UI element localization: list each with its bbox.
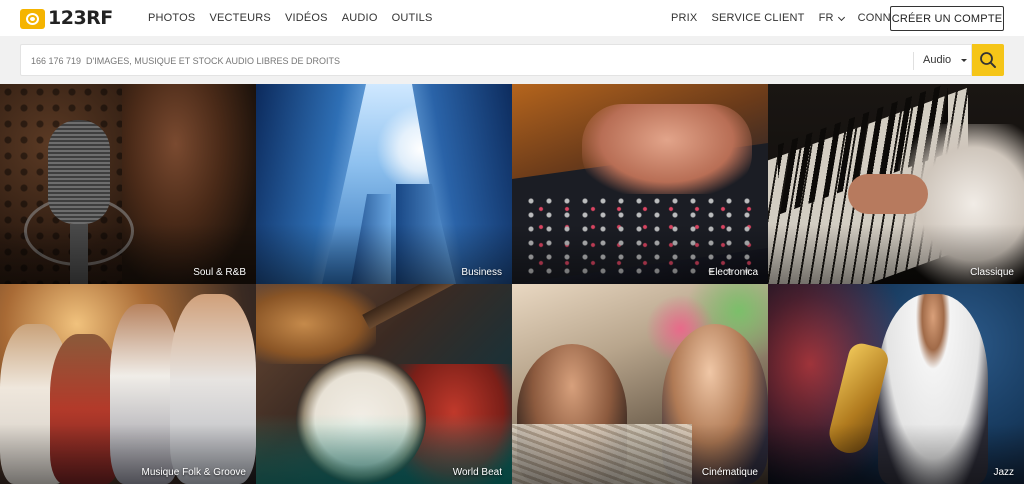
language-selector[interactable]: FR [818, 12, 845, 25]
media-type-dropdown[interactable]: Audio [923, 54, 968, 66]
genre-label: Soul & R&B [193, 267, 246, 278]
divider [913, 52, 914, 70]
search-button[interactable] [972, 44, 1004, 76]
chevron-down-icon [837, 13, 845, 21]
language-label: FR [818, 12, 834, 24]
create-account-button[interactable]: CRÉER UN COMPTE [890, 6, 1004, 31]
genre-label: Business [461, 267, 502, 278]
nav-pricing[interactable]: PRIX [671, 12, 697, 25]
search-bar: Audio [20, 44, 972, 76]
genre-grid: Soul & R&B Business Electronica Classiqu… [0, 84, 1024, 484]
genre-label: Cinématique [701, 467, 758, 478]
genre-label: Electronica [708, 267, 758, 278]
genre-tile-business[interactable]: Business [256, 84, 512, 284]
top-navbar: 123RF PHOTOS VECTEURS VIDÉOS AUDIO OUTIL… [0, 0, 1024, 36]
nav-tools[interactable]: OUTILS [392, 12, 433, 25]
microphone-image [48, 120, 110, 224]
nav-vectors[interactable]: VECTEURS [209, 12, 271, 25]
logo[interactable]: 123RF [20, 8, 113, 29]
search-icon [980, 52, 996, 68]
nav-videos[interactable]: VIDÉOS [285, 12, 328, 25]
genre-tile-soul-rnb[interactable]: Soul & R&B [0, 84, 256, 284]
genre-tile-electronica[interactable]: Electronica [512, 84, 768, 284]
genre-label: Jazz [993, 467, 1014, 478]
genre-tile-jazz[interactable]: Jazz [768, 284, 1024, 484]
logo-text: 123RF [48, 7, 113, 29]
genre-label: Classique [970, 267, 1014, 278]
genre-tile-folk-groove[interactable]: Musique Folk & Groove [0, 284, 256, 484]
genre-tile-classique[interactable]: Classique [768, 84, 1024, 284]
genre-tile-world-beat[interactable]: World Beat [256, 284, 512, 484]
nav-support[interactable]: SERVICE CLIENT [711, 12, 804, 25]
main-nav: PHOTOS VECTEURS VIDÉOS AUDIO OUTILS [148, 12, 447, 25]
camera-logo-icon [20, 8, 45, 29]
nav-photos[interactable]: PHOTOS [148, 12, 195, 25]
genre-label: Musique Folk & Groove [141, 467, 247, 478]
nav-audio[interactable]: AUDIO [342, 12, 378, 25]
search-band: Audio [0, 36, 1024, 84]
caret-down-icon [961, 58, 968, 62]
media-type-label: Audio [923, 54, 952, 66]
search-input[interactable] [31, 54, 891, 68]
genre-tile-cinematique[interactable]: Cinématique [512, 284, 768, 484]
genre-label: World Beat [452, 467, 502, 478]
